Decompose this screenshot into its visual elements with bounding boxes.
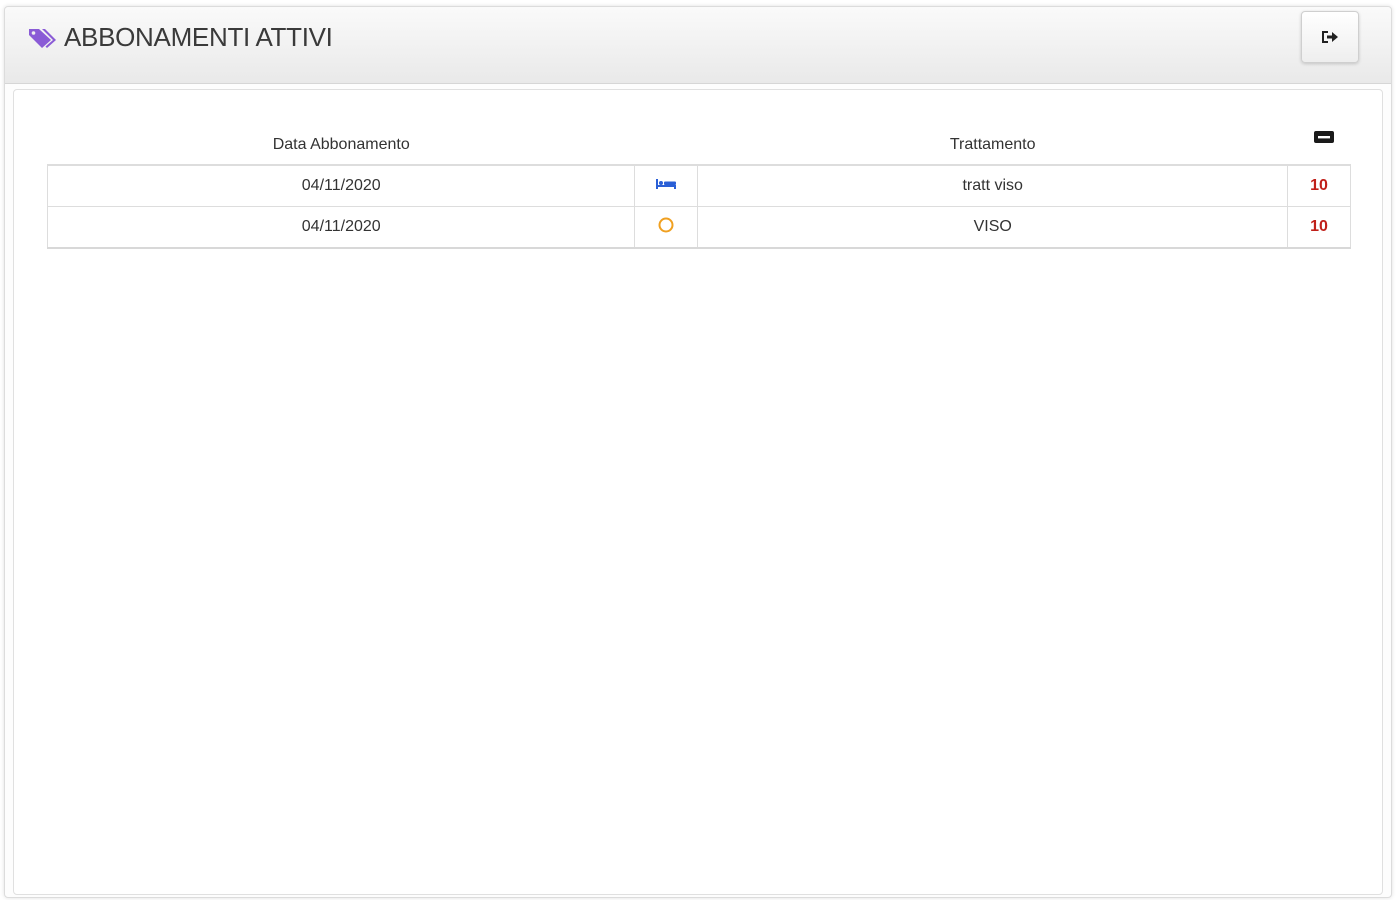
cell-count: 10 — [1287, 164, 1352, 207]
subscriptions-window: ABBONAMENTI ATTIVI Data Abbonamento Trat… — [4, 6, 1392, 898]
minus-square-icon — [1313, 130, 1334, 143]
bed-icon — [656, 179, 677, 189]
tags-icon — [29, 29, 56, 48]
column-header-count[interactable] — [1287, 126, 1351, 166]
column-header-icon — [634, 126, 698, 166]
sign-out-icon — [1322, 31, 1338, 43]
table-header-row: Data Abbonamento Trattamento — [47, 126, 1351, 166]
column-header-treatment[interactable]: Trattamento — [697, 126, 1288, 166]
exit-button[interactable] — [1301, 11, 1359, 63]
cell-type-icon — [634, 206, 699, 249]
cell-treatment: tratt viso — [697, 164, 1288, 207]
subscriptions-table: Data Abbonamento Trattamento 04/11/2020 — [46, 126, 1352, 249]
cell-date: 04/11/2020 — [46, 164, 636, 207]
content-panel: Data Abbonamento Trattamento 04/11/2020 — [13, 89, 1383, 895]
circle-icon — [658, 217, 674, 232]
column-header-date[interactable]: Data Abbonamento — [47, 126, 635, 166]
table-row[interactable]: 04/11/2020 VISO 10 — [46, 206, 1352, 249]
cell-type-icon — [634, 164, 699, 207]
cell-treatment: VISO — [697, 206, 1288, 249]
table-row[interactable]: 04/11/2020 tratt viso 10 — [46, 164, 1352, 207]
page-title: ABBONAMENTI ATTIVI — [64, 22, 333, 52]
cell-count: 10 — [1287, 206, 1352, 249]
window-header: ABBONAMENTI ATTIVI — [5, 7, 1391, 84]
cell-date: 04/11/2020 — [46, 206, 636, 249]
